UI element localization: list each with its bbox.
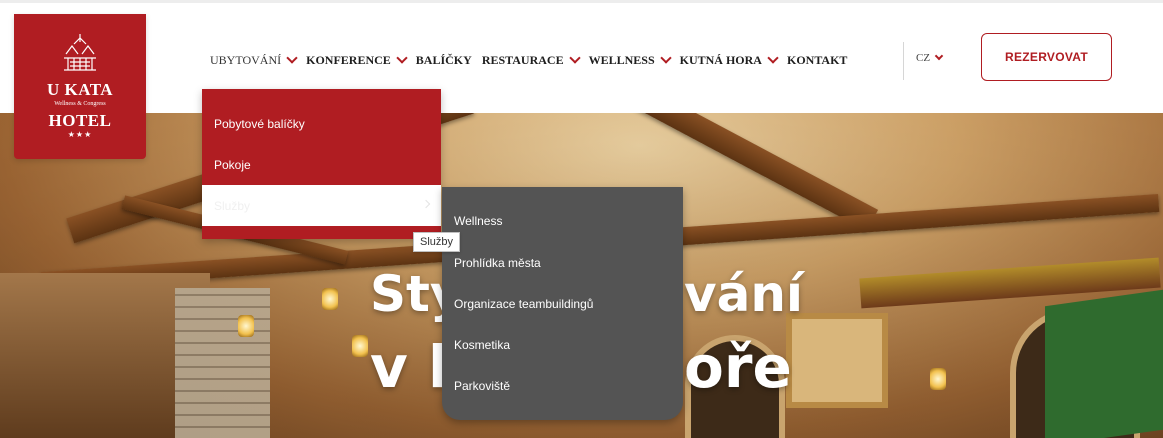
submenu-item-kosmetika[interactable]: Kosmetika [454, 338, 510, 352]
logo-subtitle: Wellness & Congress [54, 101, 106, 107]
submenu-item-teambuilding[interactable]: Organizace teambuildingů [454, 297, 593, 311]
nav-label: KONFERENCE [306, 52, 391, 67]
dropdown-item-pokoje[interactable]: Pokoje [202, 144, 441, 185]
hero-title-line2-right: oře [684, 333, 792, 401]
lamp-icon [238, 315, 254, 337]
nav-label: KUTNÁ HORA [679, 52, 762, 67]
nav-item-balicky[interactable]: BALÍČKY [416, 53, 472, 68]
chevron-down-icon [934, 51, 944, 61]
nav-item-konference[interactable]: KONFERENCE [306, 52, 408, 68]
dropdown-item-pobytove-balicky[interactable]: Pobytové balíčky [202, 103, 441, 144]
dropdown-item-sluzby[interactable]: Služby [202, 185, 441, 226]
nav-label: BALÍČKY [415, 52, 472, 67]
castle-icon [64, 34, 96, 71]
nav-label: RESTAURACE [481, 52, 564, 67]
nav-item-restaurace[interactable]: RESTAURACE [481, 52, 581, 68]
ubytovani-dropdown: Pobytové balíčky Pokoje Služby [202, 89, 441, 239]
chevron-down-icon [568, 52, 581, 64]
logo-title: U KATA [46, 80, 114, 99]
nav-item-kontakt[interactable]: KONTAKT [787, 53, 847, 68]
tooltip: Služby [413, 232, 461, 252]
nav-item-ubytovani[interactable]: UBYTOVÁNÍ [210, 52, 298, 68]
submenu-item-parkoviste[interactable]: Parkoviště [454, 379, 510, 393]
dropdown-item-label: Služby [214, 198, 251, 213]
logo-hotel: HOTEL [48, 111, 112, 130]
chevron-down-icon [286, 52, 298, 64]
nav-item-kutna-hora[interactable]: KUTNÁ HORA [679, 52, 779, 68]
language-label: CZ [916, 52, 931, 64]
dropdown-item-label: Pokoje [214, 157, 251, 172]
nav-label: UBYTOVÁNÍ [210, 52, 282, 67]
nav-label: KONTAKT [786, 52, 848, 67]
hotel-logo[interactable]: U KATA Wellness & Congress HOTEL ★★★ [14, 14, 146, 159]
chevron-down-icon [396, 52, 408, 64]
lamp-icon [930, 368, 946, 390]
wall-painting [786, 313, 888, 408]
reserve-button[interactable]: REZERVOVAT [981, 33, 1112, 81]
logo-stars: ★★★ [67, 130, 93, 139]
lamp-icon [352, 335, 368, 357]
dropdown-item-label: Pobytové balíčky [214, 116, 305, 131]
chevron-down-icon [659, 52, 672, 64]
green-flag [1045, 289, 1163, 438]
main-nav: UBYTOVÁNÍ KONFERENCE BALÍČKY RESTAURACE … [210, 52, 857, 68]
lamp-icon [322, 288, 338, 310]
stone-pillar [175, 288, 270, 438]
chevron-right-icon [421, 199, 431, 209]
language-selector[interactable]: CZ [916, 51, 944, 64]
chevron-down-icon [767, 52, 779, 64]
nav-item-wellness[interactable]: WELLNESS [588, 52, 672, 68]
top-border [0, 0, 1163, 3]
submenu-item-wellness[interactable]: Wellness [454, 214, 502, 228]
sluzby-submenu: Wellness Prohlídka města Organizace team… [442, 187, 683, 420]
hero-title-line1-right: vání [684, 265, 804, 323]
submenu-item-prohlidka-mesta[interactable]: Prohlídka města [454, 256, 541, 270]
nav-divider [903, 42, 904, 80]
nav-label: WELLNESS [588, 52, 655, 67]
